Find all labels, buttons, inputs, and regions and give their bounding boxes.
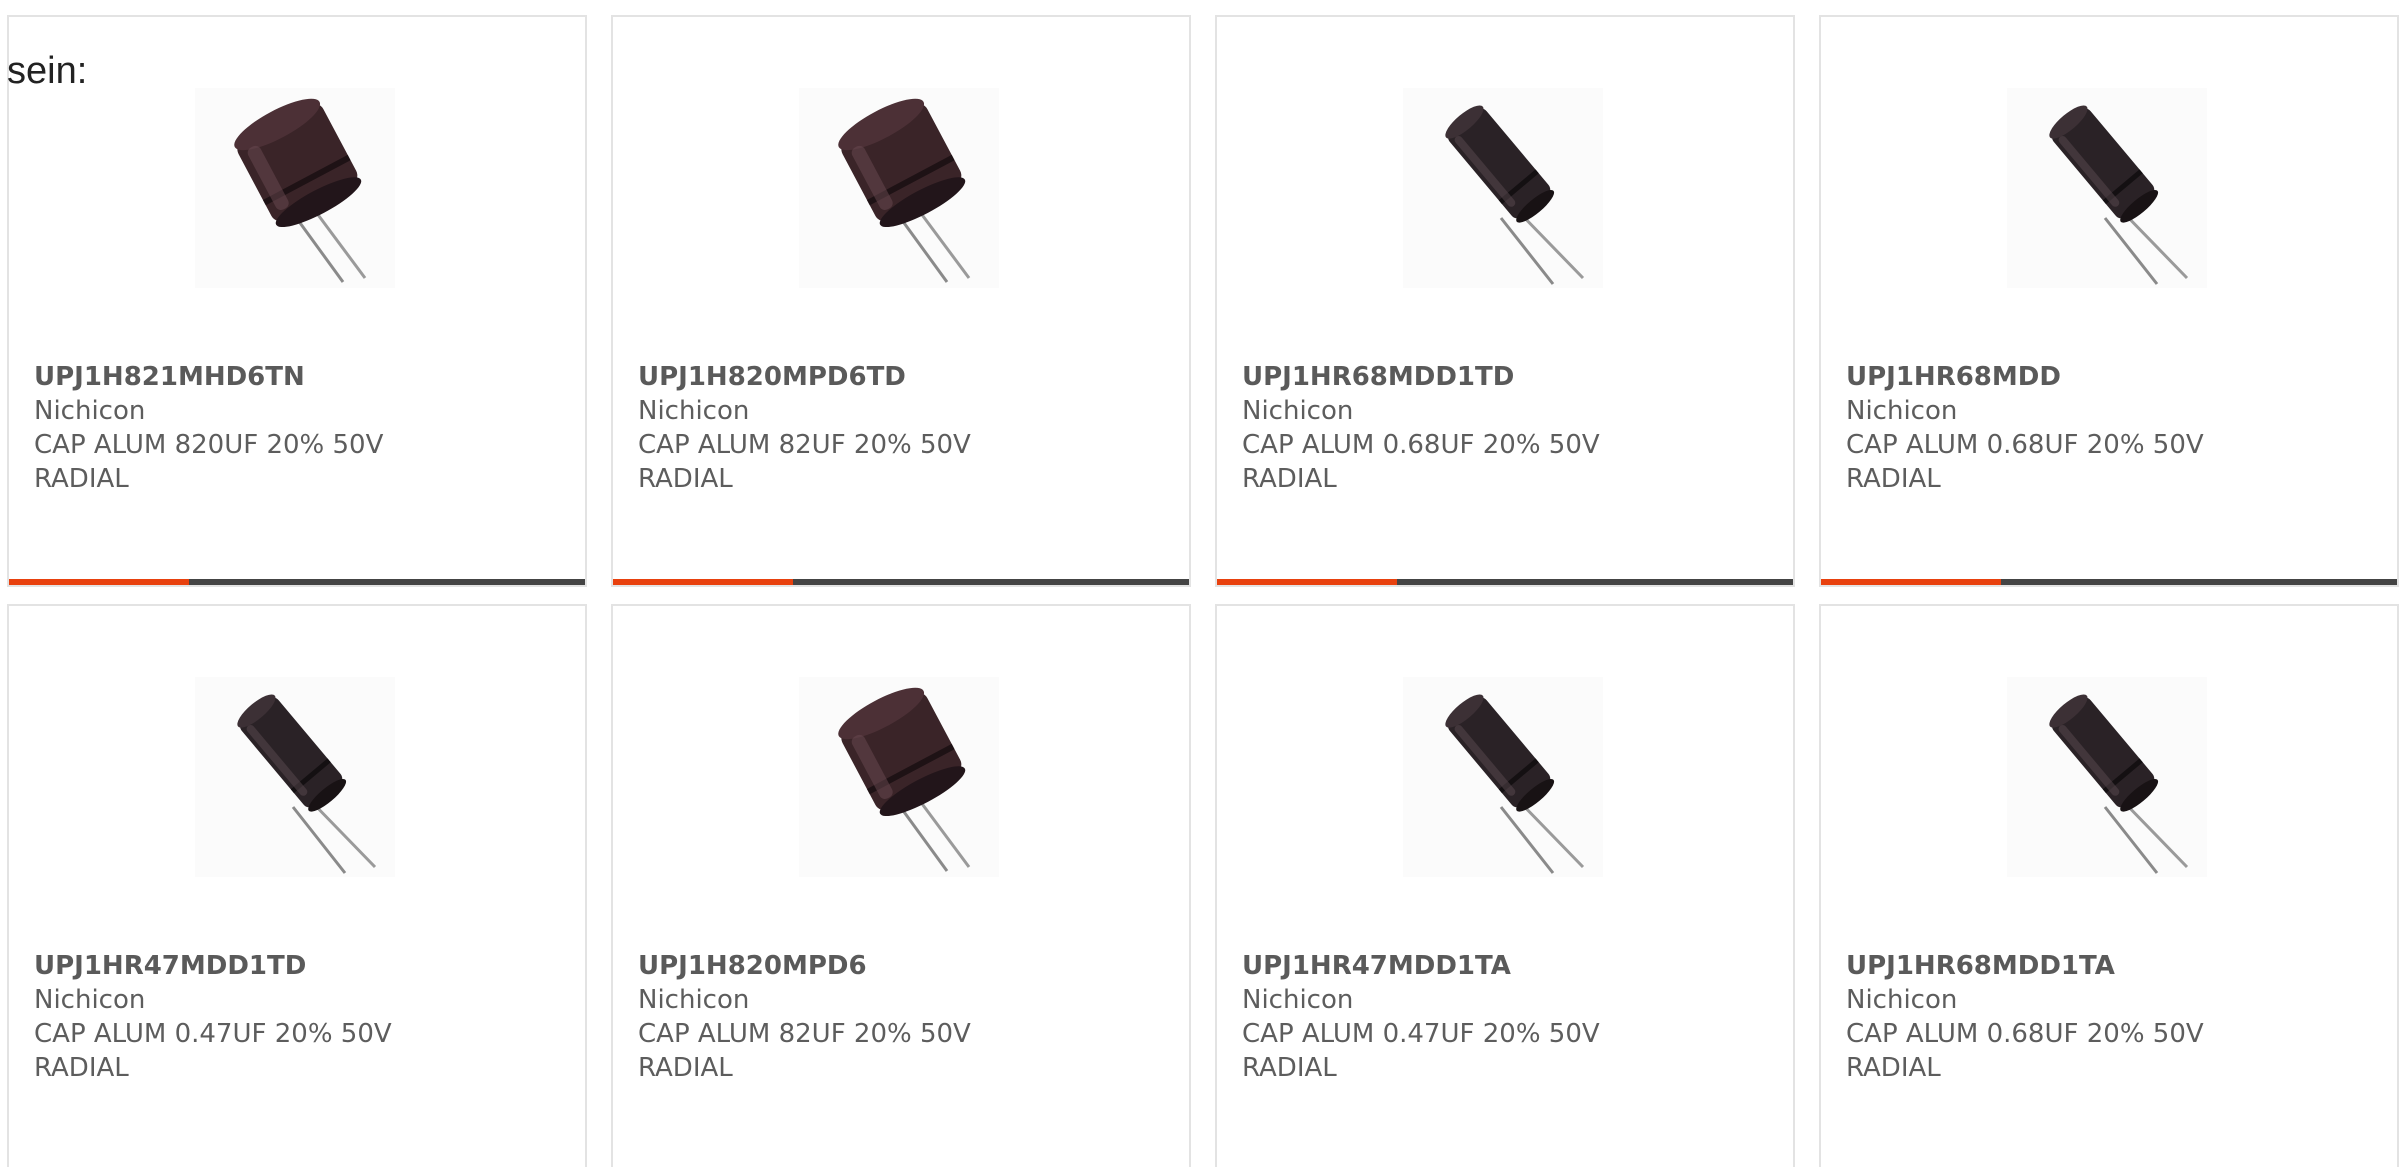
product-card[interactable]: UPJ1H820MPD6 Nichicon CAP ALUM 82UF 20% … — [611, 604, 1191, 1167]
accent-stripe — [1217, 579, 1397, 585]
manufacturer: Nichicon — [638, 396, 750, 426]
capacitor-short-icon — [195, 88, 395, 288]
product-card[interactable]: UPJ1H821MHD6TN Nichicon CAP ALUM 820UF 2… — [7, 15, 587, 587]
product-description: CAP ALUM 0.68UF 20% 50V RADIAL — [1846, 430, 2204, 494]
page: sein: UPJ1H821MHD6TN Nichicon CAP ALUM 8… — [0, 0, 2400, 1167]
manufacturer: Nichicon — [638, 985, 750, 1015]
part-number: UPJ1H821MHD6TN — [34, 362, 305, 392]
manufacturer: Nichicon — [34, 985, 146, 1015]
product-card[interactable]: UPJ1HR68MDD Nichicon CAP ALUM 0.68UF 20%… — [1819, 15, 2399, 587]
part-number: UPJ1HR68MDD — [1846, 362, 2061, 392]
manufacturer: Nichicon — [1242, 396, 1354, 426]
card-bottom-bar — [613, 579, 1189, 585]
manufacturer: Nichicon — [1242, 985, 1354, 1015]
capacitor-tall-icon — [1403, 677, 1603, 877]
product-card[interactable]: UPJ1HR47MDD1TD Nichicon CAP ALUM 0.47UF … — [7, 604, 587, 1167]
product-card[interactable]: UPJ1HR68MDD1TD Nichicon CAP ALUM 0.68UF … — [1215, 15, 1795, 587]
product-description: CAP ALUM 0.68UF 20% 50V RADIAL — [1846, 1019, 2204, 1083]
intro-text: sein: — [7, 50, 88, 92]
part-number: UPJ1HR47MDD1TD — [34, 951, 307, 981]
product-description: CAP ALUM 0.47UF 20% 50V RADIAL — [1242, 1019, 1600, 1083]
product-description: CAP ALUM 820UF 20% 50V RADIAL — [34, 430, 384, 494]
product-description: CAP ALUM 0.68UF 20% 50V RADIAL — [1242, 430, 1600, 494]
product-description: CAP ALUM 82UF 20% 50V RADIAL — [638, 1019, 971, 1083]
manufacturer: Nichicon — [1846, 396, 1958, 426]
card-bottom-bar — [9, 579, 585, 585]
part-number: UPJ1H820MPD6 — [638, 951, 867, 981]
capacitor-tall-icon — [1403, 88, 1603, 288]
part-number: UPJ1HR68MDD1TA — [1846, 951, 2115, 981]
product-card[interactable]: UPJ1HR68MDD1TA Nichicon CAP ALUM 0.68UF … — [1819, 604, 2399, 1167]
product-card[interactable]: UPJ1H820MPD6TD Nichicon CAP ALUM 82UF 20… — [611, 15, 1191, 587]
accent-stripe — [613, 579, 793, 585]
card-bottom-bar — [1821, 579, 2397, 585]
manufacturer: Nichicon — [34, 396, 146, 426]
part-number: UPJ1HR47MDD1TA — [1242, 951, 1511, 981]
capacitor-short-icon — [799, 677, 999, 877]
capacitor-tall-icon — [2007, 677, 2207, 877]
part-number: UPJ1HR68MDD1TD — [1242, 362, 1515, 392]
product-grid: UPJ1H821MHD6TN Nichicon CAP ALUM 820UF 2… — [7, 15, 2399, 1167]
capacitor-tall-icon — [195, 677, 395, 877]
product-description: CAP ALUM 82UF 20% 50V RADIAL — [638, 430, 971, 494]
accent-stripe — [9, 579, 189, 585]
capacitor-short-icon — [799, 88, 999, 288]
capacitor-tall-icon — [2007, 88, 2207, 288]
card-bottom-bar — [1217, 579, 1793, 585]
manufacturer: Nichicon — [1846, 985, 1958, 1015]
product-description: CAP ALUM 0.47UF 20% 50V RADIAL — [34, 1019, 392, 1083]
accent-stripe — [1821, 579, 2001, 585]
product-card[interactable]: UPJ1HR47MDD1TA Nichicon CAP ALUM 0.47UF … — [1215, 604, 1795, 1167]
part-number: UPJ1H820MPD6TD — [638, 362, 906, 392]
